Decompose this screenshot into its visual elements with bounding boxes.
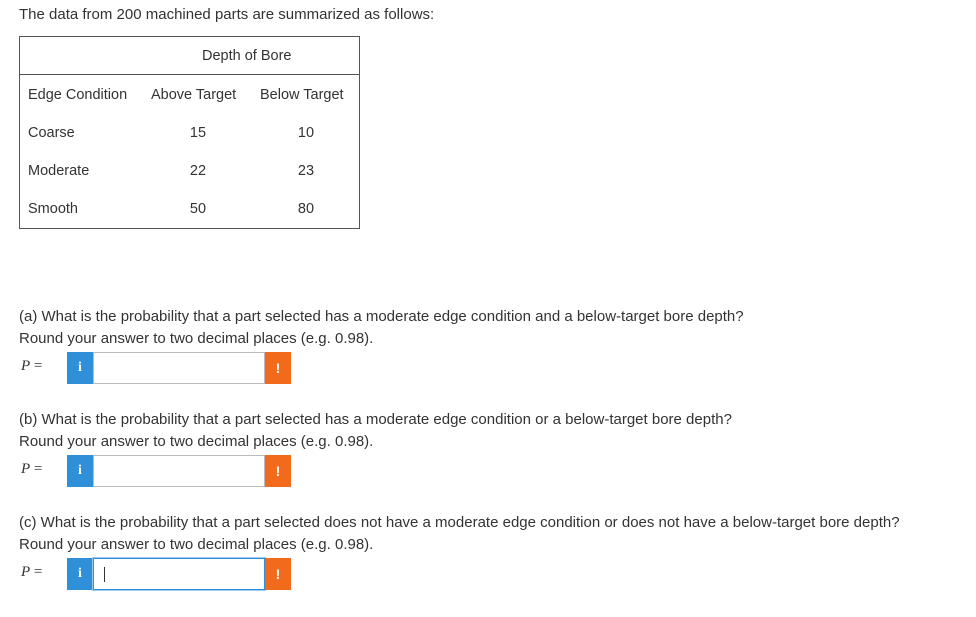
cell-moderate-above: 22 bbox=[189, 163, 207, 179]
question-b-instruction: Round your answer to two decimal places … bbox=[19, 433, 374, 450]
p-label-c: P = bbox=[21, 564, 42, 581]
warning-icon[interactable]: ! bbox=[265, 455, 291, 487]
column-header-above-target: Above Target bbox=[151, 87, 237, 103]
question-b: (b) What is the probability that a part … bbox=[19, 409, 732, 453]
table-group-header: Depth of Bore bbox=[20, 37, 359, 75]
cell-smooth-above: 50 bbox=[189, 201, 207, 217]
info-icon[interactable]: i bbox=[67, 558, 93, 590]
equals-sign: = bbox=[33, 564, 43, 580]
question-a-text: (a) What is the probability that a part … bbox=[19, 308, 744, 325]
answer-input-a[interactable] bbox=[93, 352, 265, 384]
cell-smooth-below: 80 bbox=[297, 201, 315, 217]
warning-icon[interactable]: ! bbox=[265, 558, 291, 590]
cell-coarse-above: 15 bbox=[189, 125, 207, 141]
cell-coarse-below: 10 bbox=[297, 125, 315, 141]
contingency-table: Depth of Bore Edge Condition Above Targe… bbox=[19, 36, 360, 229]
intro-text: The data from 200 machined parts are sum… bbox=[19, 6, 435, 23]
question-b-text: (b) What is the probability that a part … bbox=[19, 411, 732, 428]
column-header-edge-condition: Edge Condition bbox=[28, 87, 128, 103]
column-header-below-target: Below Target bbox=[260, 87, 344, 103]
p-label-a: P = bbox=[21, 358, 42, 375]
question-c: (c) What is the probability that a part … bbox=[19, 512, 900, 556]
info-icon[interactable]: i bbox=[67, 455, 93, 487]
row-label-coarse: Coarse bbox=[28, 125, 75, 141]
p-symbol: P bbox=[21, 461, 31, 477]
p-symbol: P bbox=[21, 564, 31, 580]
question-a-instruction: Round your answer to two decimal places … bbox=[19, 330, 374, 347]
text-cursor bbox=[104, 567, 105, 582]
warning-icon[interactable]: ! bbox=[265, 352, 291, 384]
p-label-b: P = bbox=[21, 461, 42, 478]
question-c-instruction: Round your answer to two decimal places … bbox=[19, 536, 374, 553]
question-a: (a) What is the probability that a part … bbox=[19, 306, 744, 350]
question-c-text: (c) What is the probability that a part … bbox=[19, 514, 900, 531]
row-label-moderate: Moderate bbox=[28, 163, 90, 179]
p-symbol: P bbox=[21, 358, 31, 374]
equals-sign: = bbox=[33, 461, 43, 477]
page: The data from 200 machined parts are sum… bbox=[0, 0, 976, 617]
row-label-smooth: Smooth bbox=[28, 201, 78, 217]
group-header-label: Depth of Bore bbox=[202, 48, 292, 64]
cell-moderate-below: 23 bbox=[297, 163, 315, 179]
equals-sign: = bbox=[33, 358, 43, 374]
answer-input-c[interactable] bbox=[93, 558, 265, 590]
info-icon[interactable]: i bbox=[67, 352, 93, 384]
answer-input-b[interactable] bbox=[93, 455, 265, 487]
